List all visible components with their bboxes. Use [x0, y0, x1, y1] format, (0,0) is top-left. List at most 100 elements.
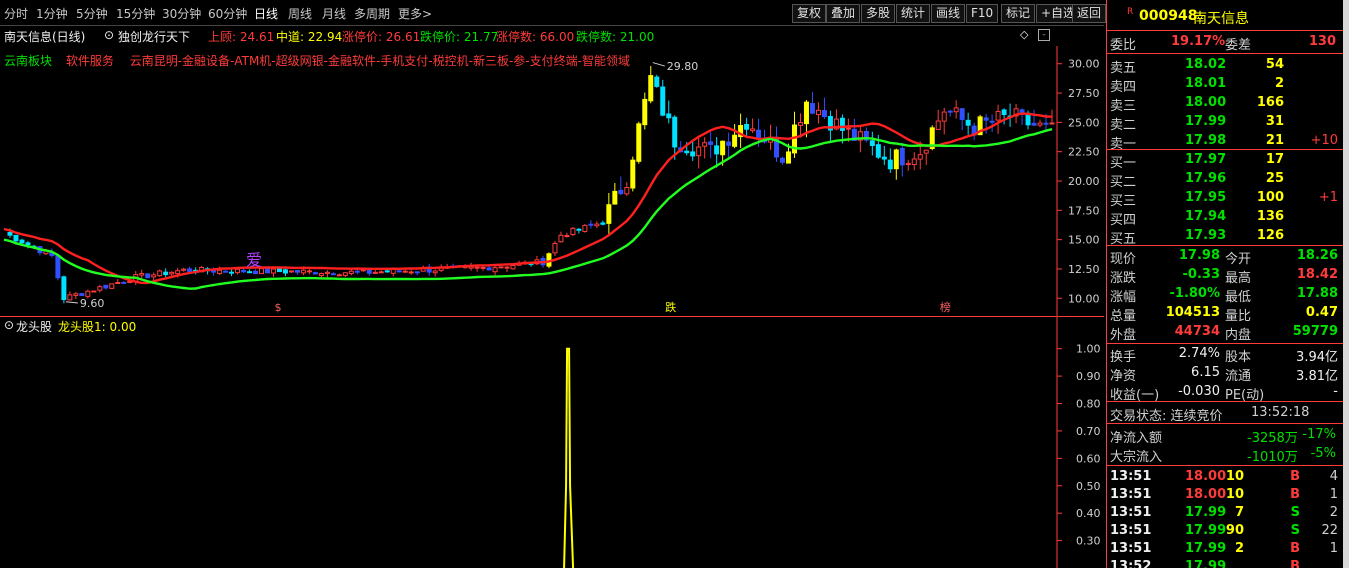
bid-row[interactable]: 买四 17.94 136 [1107, 208, 1344, 228]
sub-y-axis-label: 0.50 [1076, 480, 1101, 493]
fundamental-row[interactable]: 换手 2.74% 股本 3.94亿 [1107, 345, 1344, 365]
quote-row[interactable]: 外盘 44734 内盘 59779 [1107, 323, 1344, 343]
candle-body [606, 204, 612, 224]
tick-time: 13:51 [1110, 469, 1152, 484]
f10-button[interactable]: F10 [966, 4, 999, 23]
quote-row[interactable]: 涨跌 -0.33 最高 18.42 [1107, 266, 1344, 286]
candle-body [25, 242, 31, 246]
ask-row[interactable]: 卖五 18.02 54 [1107, 56, 1344, 76]
draw-line-button[interactable]: 画线 [931, 4, 966, 23]
overlay-button[interactable]: 叠加 [826, 4, 861, 23]
candle-body [103, 284, 109, 289]
ask-change: +10 [1310, 133, 1338, 148]
ask-label: 卖五 [1110, 61, 1137, 76]
period-tab[interactable]: 1分钟 [36, 5, 68, 22]
period-tab[interactable]: 30分钟 [162, 5, 201, 22]
quote-value: 18.42 [1296, 267, 1338, 282]
candle-body [396, 270, 402, 273]
back-button[interactable]: 返回 [1072, 4, 1107, 23]
bid-row[interactable]: 买五 17.93 126 [1107, 227, 1344, 247]
period-tab[interactable]: 月线 [322, 5, 346, 22]
candle-body [720, 140, 726, 156]
candle-body [97, 286, 103, 291]
diamond-icon[interactable]: ◇ [1020, 28, 1028, 41]
y-axis-label: 20.00 [1068, 175, 1100, 188]
indicator-dropdown-icon[interactable]: ⊙ [104, 28, 114, 42]
sub-indicator-chart[interactable]: 1.00 0.90 0.80 0.70 0.60 0.50 0.40 0.30 [0, 317, 1104, 568]
tick-row[interactable]: 13:51 17.99 7 S 2 [1107, 504, 1344, 523]
bid-volume: 17 [1265, 152, 1284, 167]
bid-price: 17.94 [1185, 209, 1227, 224]
candle-body [342, 272, 348, 276]
candle-body [881, 156, 887, 160]
candle-body [282, 269, 288, 274]
side-scrollbar[interactable] [1343, 0, 1349, 568]
tick-row[interactable]: 13:51 18.00 10 B 1 [1107, 486, 1344, 505]
candle-body [953, 107, 959, 113]
y-axis-label: 15.00 [1068, 234, 1100, 247]
ask-row[interactable]: 卖三 18.00 166 [1107, 94, 1344, 114]
candle-body [253, 270, 259, 275]
quote-row[interactable]: 现价 17.98 今开 18.26 [1107, 247, 1344, 267]
ask-volume: 2 [1274, 76, 1284, 91]
multi-stock-button[interactable]: 多股 [861, 4, 896, 23]
mark-button[interactable]: 标记 [1001, 4, 1036, 23]
high-pointer [652, 62, 665, 67]
period-tab[interactable]: 5分钟 [76, 5, 108, 22]
candle-body [821, 110, 827, 118]
tick-row[interactable]: 13:51 17.99 90 S 22 [1107, 522, 1344, 541]
quote-row[interactable]: 涨幅 -1.80% 最低 17.88 [1107, 285, 1344, 305]
candle-body [498, 266, 504, 269]
candle-body [684, 150, 690, 154]
adjust-button[interactable]: 复权 [792, 4, 827, 23]
period-tab-active[interactable]: 日线 [254, 5, 278, 22]
candle-body [432, 270, 438, 274]
candle-body [229, 271, 235, 274]
statistics-button[interactable]: 统计 [896, 4, 931, 23]
indicator-name[interactable]: 独创龙行天下 [118, 28, 190, 45]
weibi-value: 19.17% [1171, 34, 1226, 49]
tick-time: 13:51 [1110, 541, 1152, 556]
period-tab[interactable]: 多周期 [354, 5, 390, 22]
candlestick-chart[interactable]: 30.00 27.50 25.00 22.50 20.00 17.50 15.00 12.50… [0, 46, 1104, 316]
ask-row[interactable]: 卖四 18.01 2 [1107, 75, 1344, 95]
candle-body [666, 113, 672, 119]
bid-row[interactable]: 买三 17.95 100 +1 [1107, 189, 1344, 209]
bid-price: 17.93 [1185, 228, 1227, 243]
candle-body [636, 123, 642, 162]
candle-body [552, 242, 558, 254]
tick-row[interactable]: 13:51 18.00 10 B 4 [1107, 468, 1344, 487]
period-tab[interactable]: 60分钟 [208, 5, 247, 22]
candle-body [947, 110, 953, 113]
bid-row[interactable]: 买二 17.96 25 [1107, 170, 1344, 190]
candle-body [983, 117, 989, 121]
fundamental-row[interactable]: 净资 6.15 流通 3.81亿 [1107, 364, 1344, 384]
fundamental-row[interactable]: 收益(一) -0.030 PE(动) - [1107, 383, 1344, 403]
tick-row[interactable]: 13:51 17.99 2 B 1 [1107, 540, 1344, 559]
quote-value: 17.98 [1178, 248, 1220, 263]
candle-body [378, 271, 384, 274]
candle-body [55, 255, 61, 279]
tick-row[interactable]: 13:52 17.99 B [1107, 558, 1344, 568]
candle-body [726, 141, 732, 146]
period-tab[interactable]: 分时 [4, 5, 28, 22]
collapse-icon[interactable]: - [1038, 29, 1050, 41]
fundamental-value: 3.81亿 [1296, 369, 1338, 384]
candle-body [181, 268, 187, 271]
period-tab[interactable]: 周线 [288, 5, 312, 22]
more-periods-button[interactable]: 更多> [398, 5, 432, 22]
candle-body [917, 154, 923, 160]
tick-price: 17.99 [1185, 541, 1227, 556]
candle-body [300, 269, 306, 274]
candle-body [354, 270, 360, 273]
quote-label: 量比 [1225, 309, 1252, 324]
candle-body [312, 272, 318, 275]
candle-body [780, 157, 786, 163]
quote-row[interactable]: 总量 104513 量比 0.47 [1107, 304, 1344, 324]
bid-row[interactable]: 买一 17.97 17 [1107, 151, 1344, 171]
bid-price: 17.95 [1185, 190, 1227, 205]
period-tab[interactable]: 15分钟 [116, 5, 155, 22]
quote-value: 59779 [1292, 324, 1338, 339]
tick-count: 22 [1321, 523, 1338, 538]
ask-row[interactable]: 卖二 17.99 31 [1107, 113, 1344, 133]
